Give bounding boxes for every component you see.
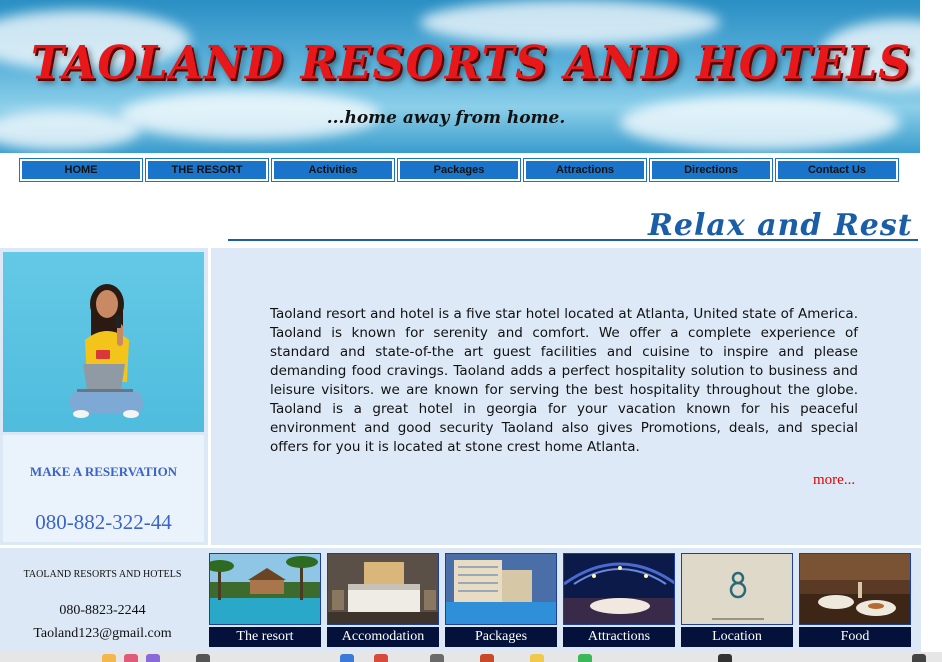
food-table-image xyxy=(799,553,911,625)
taskbar-app-icon[interactable] xyxy=(578,654,592,662)
thumbnail-attractions[interactable]: Attractions xyxy=(563,553,675,647)
footer-company-name: TAOLAND RESORTS AND HOTELS xyxy=(23,569,182,580)
hotel-pool-night-image xyxy=(445,553,557,625)
taskbar-app-icon[interactable] xyxy=(530,654,544,662)
thumbnail-food[interactable]: Food xyxy=(799,553,911,647)
make-reservation-label[interactable]: MAKE A RESERVATION xyxy=(3,464,204,480)
map-pin-image xyxy=(681,553,793,625)
thumbnail-caption: Packages xyxy=(445,627,557,647)
section-heading: Relax and Rest xyxy=(648,208,913,243)
taskbar-app-icon[interactable] xyxy=(146,654,160,662)
nav-contact-us[interactable]: Contact Us xyxy=(775,158,899,182)
event-hall-image xyxy=(563,553,675,625)
reservation-phone: 080-882-322-44 xyxy=(35,510,172,534)
woman-with-laptop-photo xyxy=(3,252,204,432)
thumbnail-caption: Food xyxy=(799,627,911,647)
thumbnail-caption: Attractions xyxy=(563,627,675,647)
main-nav: HOME THE RESORT Activities Packages Attr… xyxy=(19,158,899,182)
taskbar-app-icon[interactable] xyxy=(340,654,354,662)
header-banner: TAOLAND RESORTS AND HOTELS ...home away … xyxy=(0,0,920,153)
nav-attractions[interactable]: Attractions xyxy=(523,158,647,182)
taskbar-app-icon[interactable] xyxy=(480,654,494,662)
nav-activities[interactable]: Activities xyxy=(271,158,395,182)
footer-contact: TAOLAND RESORTS AND HOTELS 080-8823-2244… xyxy=(0,548,205,652)
thumbnail-location[interactable]: Location xyxy=(681,553,793,647)
thumbnail-accomodation[interactable]: Accomodation xyxy=(327,553,439,647)
thumbnail-the-resort[interactable]: The resort xyxy=(209,553,321,647)
taskbar-app-icon[interactable] xyxy=(374,654,388,662)
nav-directions[interactable]: Directions xyxy=(649,158,773,182)
footer-gallery: The resort Accomodation Packages Attract… xyxy=(205,548,921,652)
about-text: Taoland resort and hotel is a five star … xyxy=(270,306,858,455)
thumbnail-caption: The resort xyxy=(209,627,321,647)
more-link[interactable]: more... xyxy=(813,472,855,489)
sidebar: MAKE A RESERVATION 080-882-322-44 xyxy=(0,248,208,545)
taskbar-app-icon[interactable] xyxy=(430,654,444,662)
taskbar-app-icon[interactable] xyxy=(912,654,926,662)
footer-email[interactable]: Taoland123@gmail.com xyxy=(0,626,205,642)
heading-underline xyxy=(228,239,918,241)
reservation-box: MAKE A RESERVATION 080-882-322-44 xyxy=(3,435,204,542)
nav-home[interactable]: HOME xyxy=(19,158,143,182)
nav-packages[interactable]: Packages xyxy=(397,158,521,182)
thumbnail-caption: Accomodation xyxy=(327,627,439,647)
taskbar-app-icon[interactable] xyxy=(718,654,732,662)
main-content: Taoland resort and hotel is a five star … xyxy=(211,248,921,545)
thumbnail-packages[interactable]: Packages xyxy=(445,553,557,647)
os-taskbar xyxy=(0,652,942,662)
nav-the-resort[interactable]: THE RESORT xyxy=(145,158,269,182)
taskbar-app-icon[interactable] xyxy=(124,654,138,662)
thumbnail-caption: Location xyxy=(681,627,793,647)
site-tagline: ...home away from home. xyxy=(326,108,566,128)
taskbar-app-icon[interactable] xyxy=(102,654,116,662)
resort-pool-image xyxy=(209,553,321,625)
taskbar-app-icon[interactable] xyxy=(196,654,210,662)
site-title: TAOLAND RESORTS AND HOTELS xyxy=(30,36,912,91)
bedroom-image xyxy=(327,553,439,625)
footer-phone: 080-8823-2244 xyxy=(59,603,146,618)
